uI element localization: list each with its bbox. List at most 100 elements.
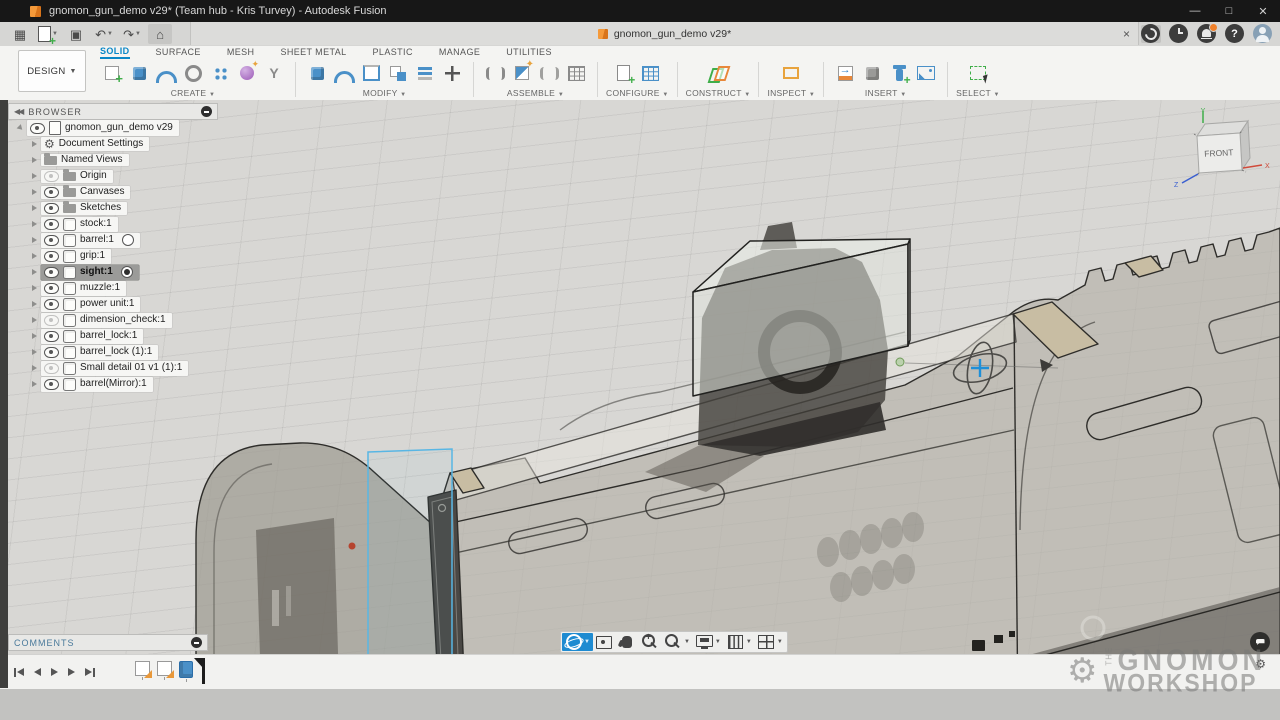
- close-button[interactable]: ✕: [1246, 5, 1280, 18]
- create-sketch-icon[interactable]: [99, 60, 125, 86]
- visibility-eye-icon[interactable]: [30, 123, 45, 134]
- create-form-icon[interactable]: [234, 60, 260, 86]
- as-built-joint-icon[interactable]: [536, 60, 562, 86]
- tree-item-named-views[interactable]: Named Views: [8, 152, 218, 168]
- undo-icon[interactable]: ↶▼: [92, 24, 116, 44]
- go-to-start-button[interactable]: [14, 668, 24, 677]
- tree-item-chip[interactable]: gnomon_gun_demo v29: [27, 120, 179, 136]
- step-forward-button[interactable]: [68, 668, 75, 676]
- tree-item-sight-1[interactable]: sight:1: [8, 264, 218, 280]
- save-icon[interactable]: ▣: [64, 24, 88, 44]
- tree-item-barrel-lock-1[interactable]: barrel_lock:1: [8, 328, 218, 344]
- expand-icon[interactable]: [32, 317, 37, 323]
- insert-derive-icon[interactable]: [859, 60, 885, 86]
- profile-icon[interactable]: [1253, 24, 1272, 43]
- visibility-eye-icon[interactable]: [44, 235, 59, 246]
- activate-component-radio[interactable]: [122, 234, 134, 246]
- expand-icon[interactable]: [32, 237, 37, 243]
- tree-item-grip-1[interactable]: grip:1: [8, 248, 218, 264]
- close-tab-icon[interactable]: ×: [1123, 27, 1130, 41]
- app-launcher-icon[interactable]: ▦: [8, 24, 32, 44]
- help-icon[interactable]: ?: [1225, 24, 1244, 43]
- insert-svg-icon[interactable]: [832, 60, 858, 86]
- play-button[interactable]: [51, 668, 58, 676]
- notifications-icon[interactable]: [1197, 24, 1216, 43]
- expand-icon[interactable]: [32, 173, 37, 179]
- tree-item-gnomon-gun-demo-v29[interactable]: gnomon_gun_demo v29: [8, 120, 218, 136]
- configuration-table-icon[interactable]: [638, 60, 664, 86]
- tree-item-chip[interactable]: stock:1: [41, 217, 118, 232]
- tree-item-barrel-mirror-1[interactable]: barrel(Mirror):1: [8, 376, 218, 392]
- new-component-icon[interactable]: [509, 60, 535, 86]
- expand-icon[interactable]: [32, 141, 37, 147]
- pipe-icon[interactable]: Y: [261, 60, 287, 86]
- shell-icon[interactable]: [358, 60, 384, 86]
- fillet-icon[interactable]: [331, 60, 357, 86]
- maximize-button[interactable]: □: [1212, 5, 1246, 17]
- visibility-eye-icon[interactable]: [44, 379, 59, 390]
- tree-item-barrel-lock-1-1[interactable]: barrel_lock (1):1: [8, 344, 218, 360]
- ribbon-tab-sheet-metal[interactable]: SHEET METAL: [280, 47, 346, 58]
- panel-options-icon[interactable]: [201, 106, 212, 117]
- offset-face-icon[interactable]: [412, 60, 438, 86]
- expand-icon[interactable]: [32, 157, 37, 163]
- tree-item-power-unit-1[interactable]: power unit:1: [8, 296, 218, 312]
- tree-item-chip[interactable]: muzzle:1: [41, 281, 126, 296]
- visibility-eye-icon[interactable]: [44, 299, 59, 310]
- ribbon-tab-manage[interactable]: MANAGE: [439, 47, 480, 58]
- expand-icon[interactable]: [32, 205, 37, 211]
- browser-header[interactable]: ◀◀ BROWSER: [8, 103, 218, 120]
- go-to-end-button[interactable]: [85, 668, 95, 677]
- visibility-eye-icon[interactable]: [44, 219, 59, 230]
- rectangular-pattern-icon[interactable]: [207, 60, 233, 86]
- comments-panel[interactable]: COMMENTS: [8, 634, 208, 651]
- sketch-feature-icon[interactable]: [157, 661, 172, 680]
- expand-icon[interactable]: [32, 333, 37, 339]
- tree-item-stock-1[interactable]: stock:1: [8, 216, 218, 232]
- expand-icon[interactable]: [32, 269, 37, 275]
- workspace-selector[interactable]: DESIGN▼: [18, 50, 86, 92]
- tree-item-document-settings[interactable]: ⚙Document Settings: [8, 136, 218, 152]
- measure-icon[interactable]: [778, 60, 804, 86]
- construct-plane-icon[interactable]: [705, 60, 731, 86]
- visibility-eye-icon[interactable]: [44, 203, 59, 214]
- joint-icon[interactable]: [482, 60, 508, 86]
- document-tab[interactable]: gnomon_gun_demo v29* ×: [190, 22, 1139, 45]
- job-status-icon[interactable]: [1141, 24, 1160, 43]
- tree-item-barrel-1[interactable]: barrel:1: [8, 232, 218, 248]
- redo-icon[interactable]: ↷▼: [120, 24, 144, 44]
- extrude-icon[interactable]: [126, 60, 152, 86]
- expand-icon[interactable]: [32, 301, 37, 307]
- pan-icon[interactable]: [616, 633, 639, 651]
- configure-icon[interactable]: [611, 60, 637, 86]
- ribbon-tab-surface[interactable]: SURFACE: [156, 47, 201, 58]
- tree-item-chip[interactable]: sight:1: [41, 265, 139, 280]
- ribbon-tab-mesh[interactable]: MESH: [227, 47, 255, 58]
- tree-item-origin[interactable]: Origin: [8, 168, 218, 184]
- insert-fastener-icon[interactable]: [886, 60, 912, 86]
- minimize-button[interactable]: —: [1178, 5, 1212, 17]
- tree-item-chip[interactable]: Sketches: [41, 202, 127, 215]
- tree-item-chip[interactable]: Small detail 01 v1 (1):1: [41, 361, 188, 376]
- zoom-icon[interactable]: [639, 633, 662, 651]
- visibility-eye-icon[interactable]: [44, 251, 59, 262]
- look-at-icon[interactable]: [593, 633, 616, 651]
- visibility-eye-icon[interactable]: [44, 315, 59, 326]
- viewcube-front-label[interactable]: FRONT: [1204, 147, 1234, 159]
- visibility-eye-icon[interactable]: [44, 347, 59, 358]
- activate-component-radio[interactable]: [121, 266, 133, 278]
- tree-item-canvases[interactable]: Canvases: [8, 184, 218, 200]
- tree-item-small-detail-01-v1-1-1[interactable]: Small detail 01 v1 (1):1: [8, 360, 218, 376]
- expand-icon[interactable]: [32, 221, 37, 227]
- revolve-icon[interactable]: [153, 60, 179, 86]
- tree-item-sketches[interactable]: Sketches: [8, 200, 218, 216]
- viewport-canvas[interactable]: FRONT Y X Z ◀◀ BROWSER gnomon_gun_demo v…: [0, 100, 1280, 654]
- combine-icon[interactable]: [385, 60, 411, 86]
- ribbon-tab-utilities[interactable]: UTILITIES: [506, 47, 552, 58]
- expand-icon[interactable]: [32, 349, 37, 355]
- expand-icon[interactable]: [32, 189, 37, 195]
- visibility-eye-icon[interactable]: [44, 331, 59, 342]
- ribbon-tab-solid[interactable]: SOLID: [100, 46, 130, 59]
- comments-options-icon[interactable]: [191, 637, 202, 648]
- move-copy-icon[interactable]: [439, 60, 465, 86]
